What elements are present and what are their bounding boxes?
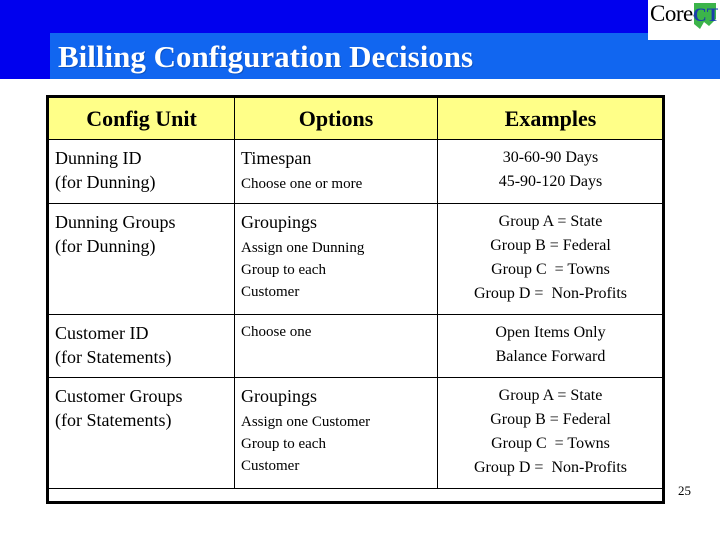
example-item: Group B = Federal [490, 237, 611, 254]
config-unit-context: (for Dunning) [55, 172, 156, 192]
cell-examples: Group A = State Group B = Federal Group … [437, 203, 664, 315]
options-detail: Customer [241, 284, 300, 300]
column-header-config-unit: Config Unit [48, 97, 235, 140]
cell-config-unit: Dunning ID (for Dunning) [48, 139, 235, 204]
example-item: Group A = State [498, 213, 603, 230]
slide-number: 25 [678, 483, 691, 498]
billing-configuration-table: Config Unit Options Examples Dunning ID … [48, 97, 664, 489]
options-detail: Choose one [241, 324, 312, 340]
example-item: 45-90-120 Days [498, 173, 603, 190]
cell-examples: Group A = State Group B = Federal Group … [437, 377, 664, 489]
cell-options: Groupings Assign one Dunning Group to ea… [234, 203, 438, 315]
example-item: Open Items Only [495, 324, 606, 341]
example-item: Group B = Federal [490, 411, 611, 428]
cell-config-unit: Customer Groups (for Statements) [48, 377, 235, 489]
options-detail: Group to each [241, 262, 326, 278]
config-unit-name: Dunning Groups [55, 212, 176, 232]
cell-options: Choose one [234, 314, 438, 378]
table-row: Customer ID (for Statements) Choose one … [48, 314, 664, 378]
cell-options: Groupings Assign one Customer Group to e… [234, 377, 438, 489]
example-item: Group A = State [498, 387, 603, 404]
banner-dark-band [0, 0, 648, 33]
config-unit-context: (for Dunning) [55, 236, 156, 256]
options-detail: Choose one or more [241, 176, 363, 192]
config-unit-name: Dunning ID [55, 148, 142, 168]
config-unit-context: (for Statements) [55, 347, 172, 367]
cell-config-unit: Customer ID (for Statements) [48, 314, 235, 378]
example-item: 30-60-90 Days [502, 149, 599, 166]
cell-config-unit: Dunning Groups (for Dunning) [48, 203, 235, 315]
example-item: Group C = Towns [491, 261, 610, 278]
options-main: Timespan [241, 148, 312, 168]
example-item: Balance Forward [495, 348, 606, 365]
options-main: Groupings [241, 386, 317, 406]
banner-dark-left-block [0, 33, 50, 79]
options-detail: Customer [241, 458, 300, 474]
cell-examples: 30-60-90 Days 45-90-120 Days [437, 139, 664, 204]
ct-state-outline-icon: CT [692, 2, 718, 32]
options-main: Groupings [241, 212, 317, 232]
config-unit-context: (for Statements) [55, 410, 172, 430]
config-unit-name: Customer ID [55, 323, 149, 343]
options-detail: Assign one Customer [241, 414, 371, 430]
page-title: Billing Configuration Decisions [58, 39, 474, 74]
options-detail: Assign one Dunning [241, 240, 365, 256]
example-item: Group D = Non-Profits [473, 459, 627, 476]
example-item: Group D = Non-Profits [473, 285, 627, 302]
cell-examples: Open Items Only Balance Forward [437, 314, 664, 378]
example-item: Group C = Towns [491, 435, 610, 452]
table-row: Dunning Groups (for Dunning) Groupings A… [48, 203, 664, 315]
core-ct-logo: Core- CT [648, 0, 720, 40]
title-banner: Billing Configuration Decisions [0, 0, 720, 79]
table-row: Dunning ID (for Dunning) Timespan Choose… [48, 139, 664, 204]
table-header-row: Config Unit Options Examples [48, 97, 664, 140]
column-header-options: Options [234, 97, 438, 140]
config-unit-name: Customer Groups [55, 386, 183, 406]
cell-options: Timespan Choose one or more [234, 139, 438, 204]
options-detail: Group to each [241, 436, 326, 452]
svg-text:CT: CT [693, 5, 718, 26]
column-header-examples: Examples [437, 97, 664, 140]
table-row: Customer Groups (for Statements) Groupin… [48, 377, 664, 489]
